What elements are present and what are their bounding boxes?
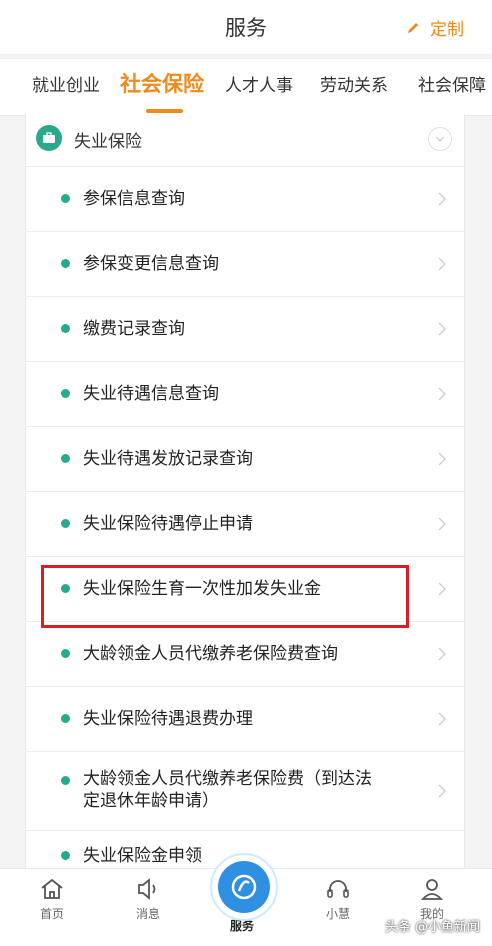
home-icon [41, 878, 63, 899]
nav-label: 首页 [39, 907, 64, 921]
headset-icon [327, 880, 349, 898]
list-item[interactable]: 缴费记录查询 [26, 297, 464, 362]
list-item[interactable]: 大龄领金人员代缴养老保险费（到达法定退休年龄申请） [26, 752, 464, 831]
nav-label: 消息 [135, 907, 160, 921]
section-title: 失业保险 [74, 132, 142, 152]
item-label: 参保变更信息查询 [83, 254, 219, 274]
chevron-right-icon [438, 517, 446, 531]
bullet-dot [61, 259, 70, 268]
service-card: 失业保险 参保信息查询 参保变更信息查询 缴费记录查询 失业待遇信息查询 失业待… [25, 114, 465, 874]
item-label: 失业保险待遇停止申请 [83, 514, 253, 534]
bullet-dot [61, 714, 70, 723]
chevron-right-icon [438, 322, 446, 336]
customize-label: 定制 [430, 20, 464, 40]
nav-label: 小慧 [325, 907, 350, 921]
chevron-right-icon [438, 582, 446, 596]
chevron-right-icon [438, 192, 446, 206]
item-label: 参保信息查询 [83, 189, 185, 209]
nav-messages[interactable]: 消息 [118, 877, 178, 922]
tab-employment[interactable]: 就业创业 [32, 71, 100, 96]
chevron-right-icon [438, 452, 446, 466]
category-tabs: 就业创业 社会保险 人才人事 劳动关系 社会保障 [0, 58, 492, 116]
chevron-right-icon [438, 712, 446, 726]
list-item[interactable]: 失业保险待遇停止申请 [26, 492, 464, 557]
list-item-highlighted[interactable]: 失业保险生育一次性加发失业金 [26, 557, 464, 622]
tab-social-insurance[interactable]: 社会保险 [120, 68, 204, 98]
customize-button[interactable]: 定制 [406, 15, 464, 40]
item-label: 失业待遇信息查询 [83, 384, 219, 404]
bullet-dot [61, 194, 70, 203]
tab-social-security[interactable]: 社会保障 [418, 71, 486, 96]
chevron-right-icon [438, 647, 446, 661]
pencil-icon [408, 22, 418, 33]
bullet-dot [61, 649, 70, 658]
list-item[interactable]: 参保变更信息查询 [26, 232, 464, 297]
tab-talent-personnel[interactable]: 人才人事 [225, 71, 293, 96]
nav-assistant[interactable]: 小慧 [308, 877, 368, 922]
chevron-right-icon [438, 784, 446, 798]
chevron-right-icon [438, 387, 446, 401]
bullet-dot [61, 776, 70, 785]
bullet-dot [61, 389, 70, 398]
briefcase-icon [36, 125, 62, 151]
watermark-text: 头条 @小鱼新闻 [384, 920, 480, 935]
list-item[interactable]: 参保信息查询 [26, 167, 464, 232]
nav-home[interactable]: 首页 [22, 877, 82, 922]
bullet-dot [61, 851, 70, 860]
service-logo-icon [218, 861, 270, 913]
item-label: 失业保险生育一次性加发失业金 [83, 579, 321, 599]
bullet-dot [61, 324, 70, 333]
item-label: 失业待遇发放记录查询 [83, 449, 253, 469]
top-header: 服务 定制 [0, 0, 492, 54]
tab-labor-relations[interactable]: 劳动关系 [320, 71, 388, 96]
speaker-icon [138, 878, 156, 900]
list-item[interactable]: 失业待遇发放记录查询 [26, 427, 464, 492]
list-item[interactable]: 大龄领金人员代缴养老保险费查询 [26, 622, 464, 687]
item-label: 大龄领金人员代缴养老保险费查询 [83, 644, 338, 664]
item-label: 失业保险待遇退费办理 [83, 709, 253, 729]
collapse-toggle-icon[interactable] [428, 127, 452, 151]
list-item[interactable]: 失业待遇信息查询 [26, 362, 464, 427]
bullet-dot [61, 519, 70, 528]
user-icon [420, 879, 444, 900]
section-header[interactable]: 失业保险 [26, 114, 464, 167]
item-label: 缴费记录查询 [83, 319, 185, 339]
service-center-button[interactable] [210, 853, 278, 921]
bullet-dot [61, 454, 70, 463]
chevron-right-icon [438, 257, 446, 271]
list-item[interactable]: 失业保险待遇退费办理 [26, 687, 464, 752]
item-label: 大龄领金人员代缴养老保险费（到达法定退休年龄申请） [83, 769, 372, 811]
active-tab-indicator [146, 109, 183, 113]
page-title: 服务 [225, 16, 267, 40]
bullet-dot [61, 584, 70, 593]
